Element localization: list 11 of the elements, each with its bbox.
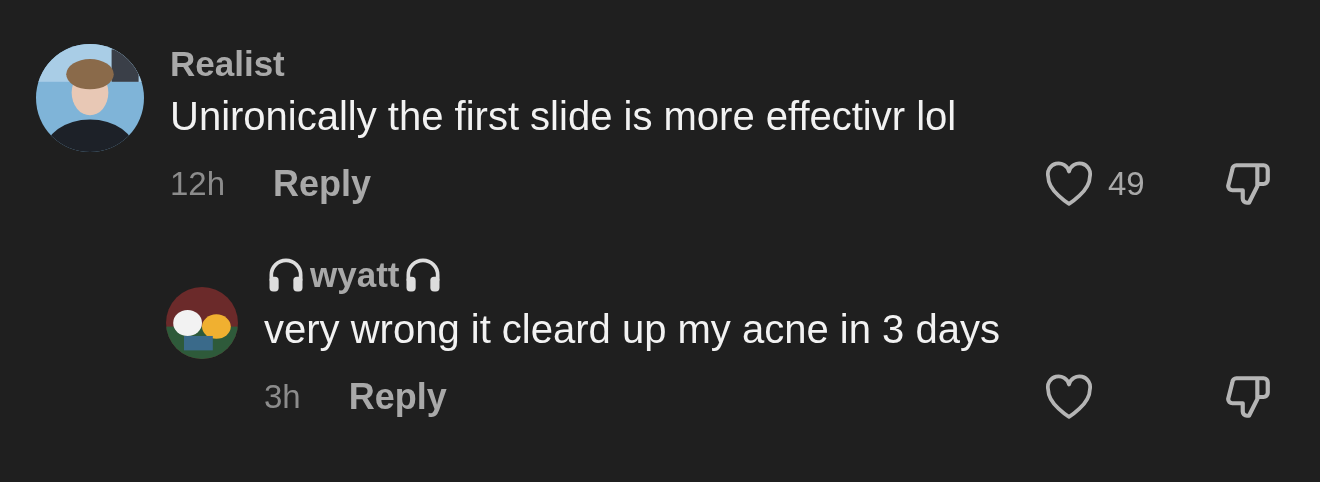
username[interactable]: Realist xyxy=(170,44,285,84)
like-count: 49 xyxy=(1108,165,1145,203)
timestamp: 3h xyxy=(264,378,301,416)
comment-text: Unironically the first slide is more effectivr lol xyxy=(170,94,957,139)
timestamp: 12h xyxy=(170,165,226,203)
reply-button[interactable]: Reply xyxy=(348,376,447,418)
username[interactable]: wyatt xyxy=(310,255,400,295)
heart-icon[interactable] xyxy=(1044,161,1094,207)
reply-button[interactable]: Reply xyxy=(273,163,372,205)
heart-icon[interactable] xyxy=(1044,374,1094,420)
comment-text: very wrong it cleard up my acne in 3 days xyxy=(264,307,1000,352)
